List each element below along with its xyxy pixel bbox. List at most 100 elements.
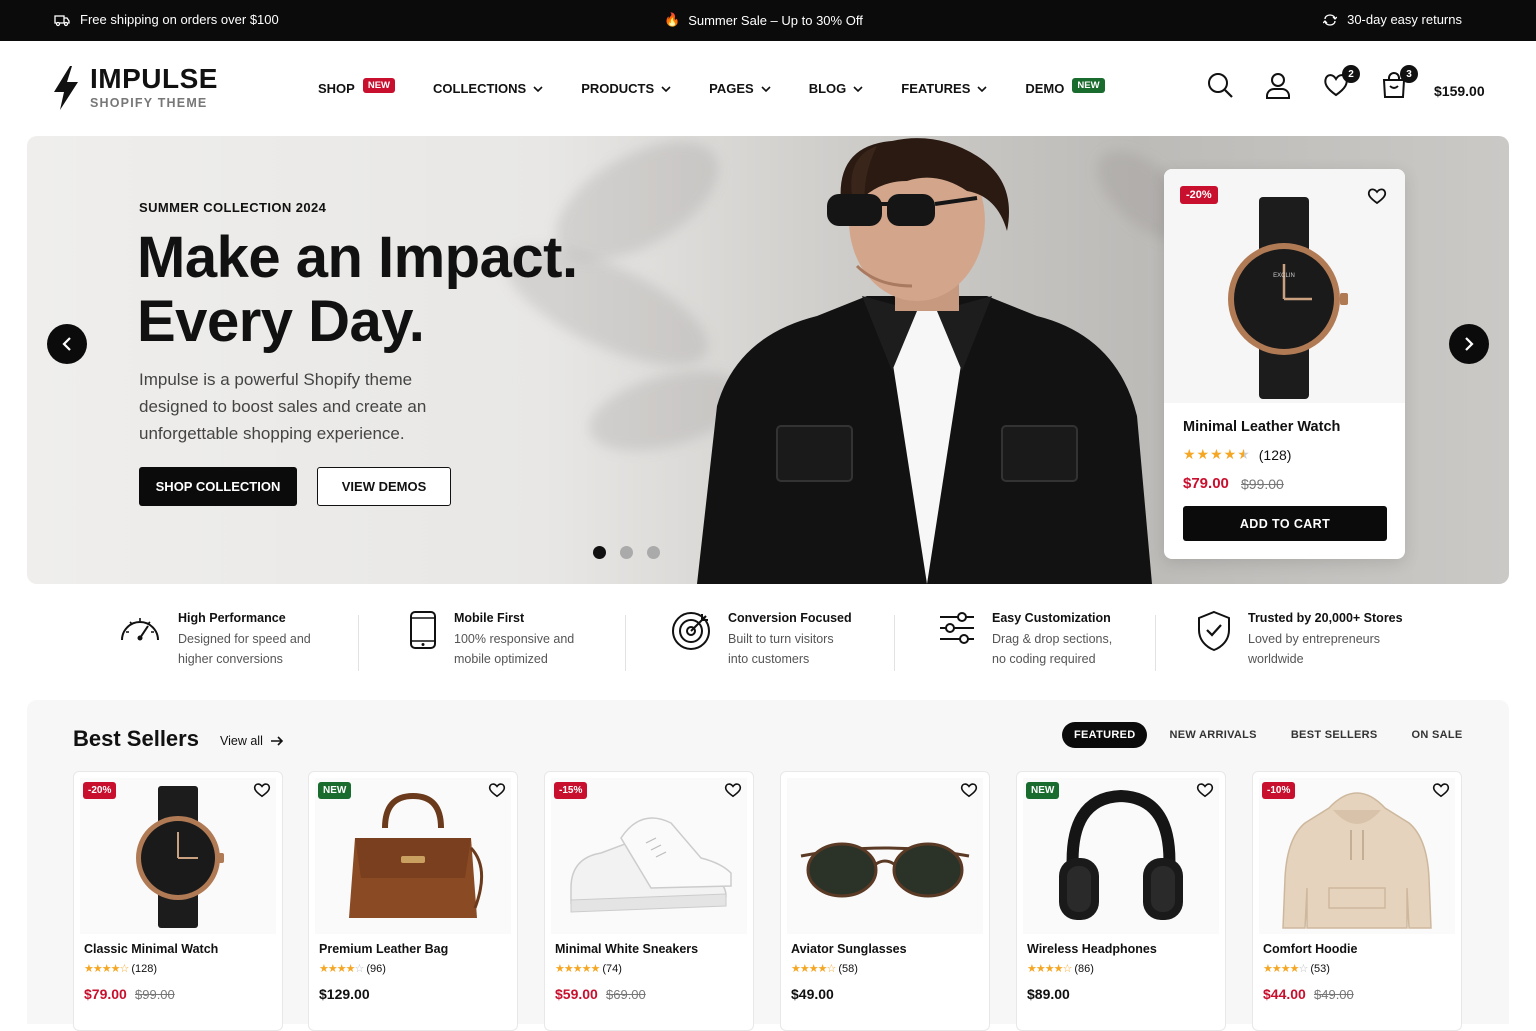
tab-best-sellers[interactable]: BEST SELLERS — [1279, 722, 1390, 748]
hero-description: Impulse is a powerful Shopify theme desi… — [139, 370, 427, 443]
tab-on-sale[interactable]: ON SALE — [1400, 722, 1475, 748]
divider — [894, 615, 895, 671]
nav-features[interactable]: FEATURES — [901, 81, 987, 96]
slider-dot[interactable] — [620, 546, 633, 559]
star-rating-icon: ★★★★★ — [555, 963, 600, 975]
wishlist-button[interactable]: 2 — [1322, 65, 1360, 99]
arrow-right-icon — [270, 736, 283, 746]
chevron-down-icon — [977, 85, 987, 92]
product-card[interactable]: -20% Classic Minimal Watch ★★★★☆ (128) $7… — [73, 771, 283, 1031]
divider — [358, 615, 359, 671]
truck-icon — [54, 14, 70, 26]
review-count: (53) — [1310, 962, 1330, 975]
nav-label: PRODUCTS — [581, 81, 655, 96]
sliders-icon — [940, 612, 974, 644]
new-badge: NEW — [318, 782, 352, 799]
account-button[interactable] — [1264, 71, 1292, 99]
cart-button[interactable]: 3 — [1380, 65, 1418, 99]
slider-dot[interactable] — [593, 546, 606, 559]
cart-total[interactable]: $159.00 — [1434, 83, 1485, 99]
nav-demo[interactable]: DEMO NEW — [1025, 78, 1105, 96]
star-rating-icon: ★★★★☆ — [1027, 963, 1072, 975]
search-icon — [1208, 73, 1233, 98]
shop-collection-button[interactable]: SHOP COLLECTION — [139, 467, 297, 506]
heart-icon[interactable] — [1367, 187, 1387, 205]
tab-new-arrivals[interactable]: NEW ARRIVALS — [1157, 722, 1268, 748]
product-price: $79.00 — [1183, 475, 1229, 492]
feature-description: Built to turn visitors into customers — [728, 632, 834, 666]
tab-featured[interactable]: FEATURED — [1062, 722, 1148, 748]
nav-pages[interactable]: PAGES — [709, 81, 771, 96]
hero-next-button[interactable] — [1449, 324, 1489, 364]
product-card[interactable]: NEW Wireless Headphones ★★★★☆ (86) $89.00 — [1016, 771, 1226, 1031]
feature-title: Easy Customization — [992, 611, 1111, 625]
discount-badge: -15% — [554, 782, 588, 799]
new-badge: NEW — [1026, 782, 1060, 799]
product-name[interactable]: Minimal Leather Watch — [1183, 419, 1340, 435]
review-count: (58) — [838, 962, 858, 975]
product-name: Premium Leather Bag — [319, 942, 449, 956]
review-count: (96) — [366, 962, 386, 975]
product-old-price: $99.00 — [1241, 476, 1284, 492]
hoodie-image — [1259, 778, 1455, 934]
feature-description: Loved by entrepreneurs worldwide — [1248, 632, 1381, 666]
speedometer-icon — [121, 618, 159, 641]
product-name: Comfort Hoodie — [1263, 942, 1358, 956]
hero-title: Make an Impact. Every Day. — [137, 226, 657, 354]
nav-shop[interactable]: SHOP NEW — [318, 78, 396, 96]
featured-product-card[interactable]: EXCLIN -20% Minimal Leather Watch ★★★★★ … — [1164, 169, 1405, 559]
user-icon — [1266, 73, 1290, 99]
target-icon — [672, 612, 710, 650]
view-demos-button[interactable]: VIEW DEMOS — [317, 467, 451, 506]
product-name: Aviator Sunglasses — [791, 942, 907, 956]
view-all-link[interactable]: View all — [220, 734, 284, 748]
heart-icon[interactable] — [1196, 782, 1214, 798]
product-price: $59.00 — [555, 986, 598, 1002]
site-header: IMPULSE SHOPIFY THEME SHOP NEW COLLECTIO… — [0, 41, 1536, 136]
feature-description: 100% responsive and mobile optimized — [454, 632, 575, 666]
heart-icon[interactable] — [253, 782, 271, 798]
product-card[interactable]: -15% Minimal White Sneakers ★★★★★ (74) $5… — [544, 771, 754, 1031]
headphones-image — [1023, 778, 1219, 934]
chevron-down-icon — [761, 85, 771, 92]
watch-image — [80, 778, 276, 934]
shipping-text: Free shipping on orders over $100 — [80, 12, 279, 27]
heart-icon[interactable] — [724, 782, 742, 798]
heart-icon[interactable] — [488, 782, 506, 798]
features-row: High Performance Designed for speed and h… — [0, 600, 1536, 690]
heart-icon[interactable] — [960, 782, 978, 798]
hero-prev-button[interactable] — [47, 324, 87, 364]
product-rating: ★★★★☆ (53) — [1263, 962, 1330, 976]
divider — [625, 615, 626, 671]
lightning-bolt-icon — [54, 65, 78, 110]
product-name: Classic Minimal Watch — [84, 942, 219, 956]
slider-dot[interactable] — [647, 546, 660, 559]
logo[interactable]: IMPULSE SHOPIFY THEME — [52, 65, 218, 110]
best-sellers-section: Best Sellers View all FEATURED NEW ARRIV… — [27, 700, 1509, 1031]
header-actions: 2 3 — [1206, 65, 1438, 99]
product-price: $44.00 — [1263, 986, 1306, 1002]
product-card[interactable]: NEW Premium Leather Bag ★★★★☆ (96) $129.0… — [308, 771, 518, 1031]
product-tabs: FEATURED NEW ARRIVALS BEST SELLERS ON SA… — [1062, 722, 1485, 748]
star-rating-icon: ★★★★☆ — [1263, 963, 1308, 975]
sale-notice[interactable]: 🔥 Summer Sale – Up to 30% Off — [664, 12, 863, 28]
heart-icon[interactable] — [1432, 782, 1450, 798]
add-to-cart-button[interactable]: ADD TO CART — [1183, 506, 1387, 541]
nav-label: FEATURES — [901, 81, 971, 96]
nav-products[interactable]: PRODUCTS — [581, 81, 671, 96]
product-rating: ★★★★★ (128) — [1183, 446, 1291, 463]
product-card[interactable]: -10% Comfort Hoodie ★★★★☆ (53) $44.00 $49… — [1252, 771, 1462, 1031]
review-count: (128) — [131, 962, 157, 975]
chevron-left-icon — [62, 337, 71, 351]
review-count: (128) — [1258, 446, 1292, 463]
product-price: $129.00 — [319, 986, 370, 1002]
product-rating: ★★★★☆ (58) — [791, 962, 858, 976]
chevron-down-icon — [853, 85, 863, 92]
review-count: (86) — [1074, 962, 1094, 975]
search-button[interactable] — [1206, 71, 1234, 99]
feature-item: Trusted by 20,000+ Stores Loved by entre… — [1196, 610, 1403, 669]
slider-dots — [593, 546, 660, 559]
nav-collections[interactable]: COLLECTIONS — [433, 81, 543, 96]
nav-blog[interactable]: BLOG — [809, 81, 864, 96]
product-card[interactable]: Aviator Sunglasses ★★★★☆ (58) $49.00 — [780, 771, 990, 1031]
